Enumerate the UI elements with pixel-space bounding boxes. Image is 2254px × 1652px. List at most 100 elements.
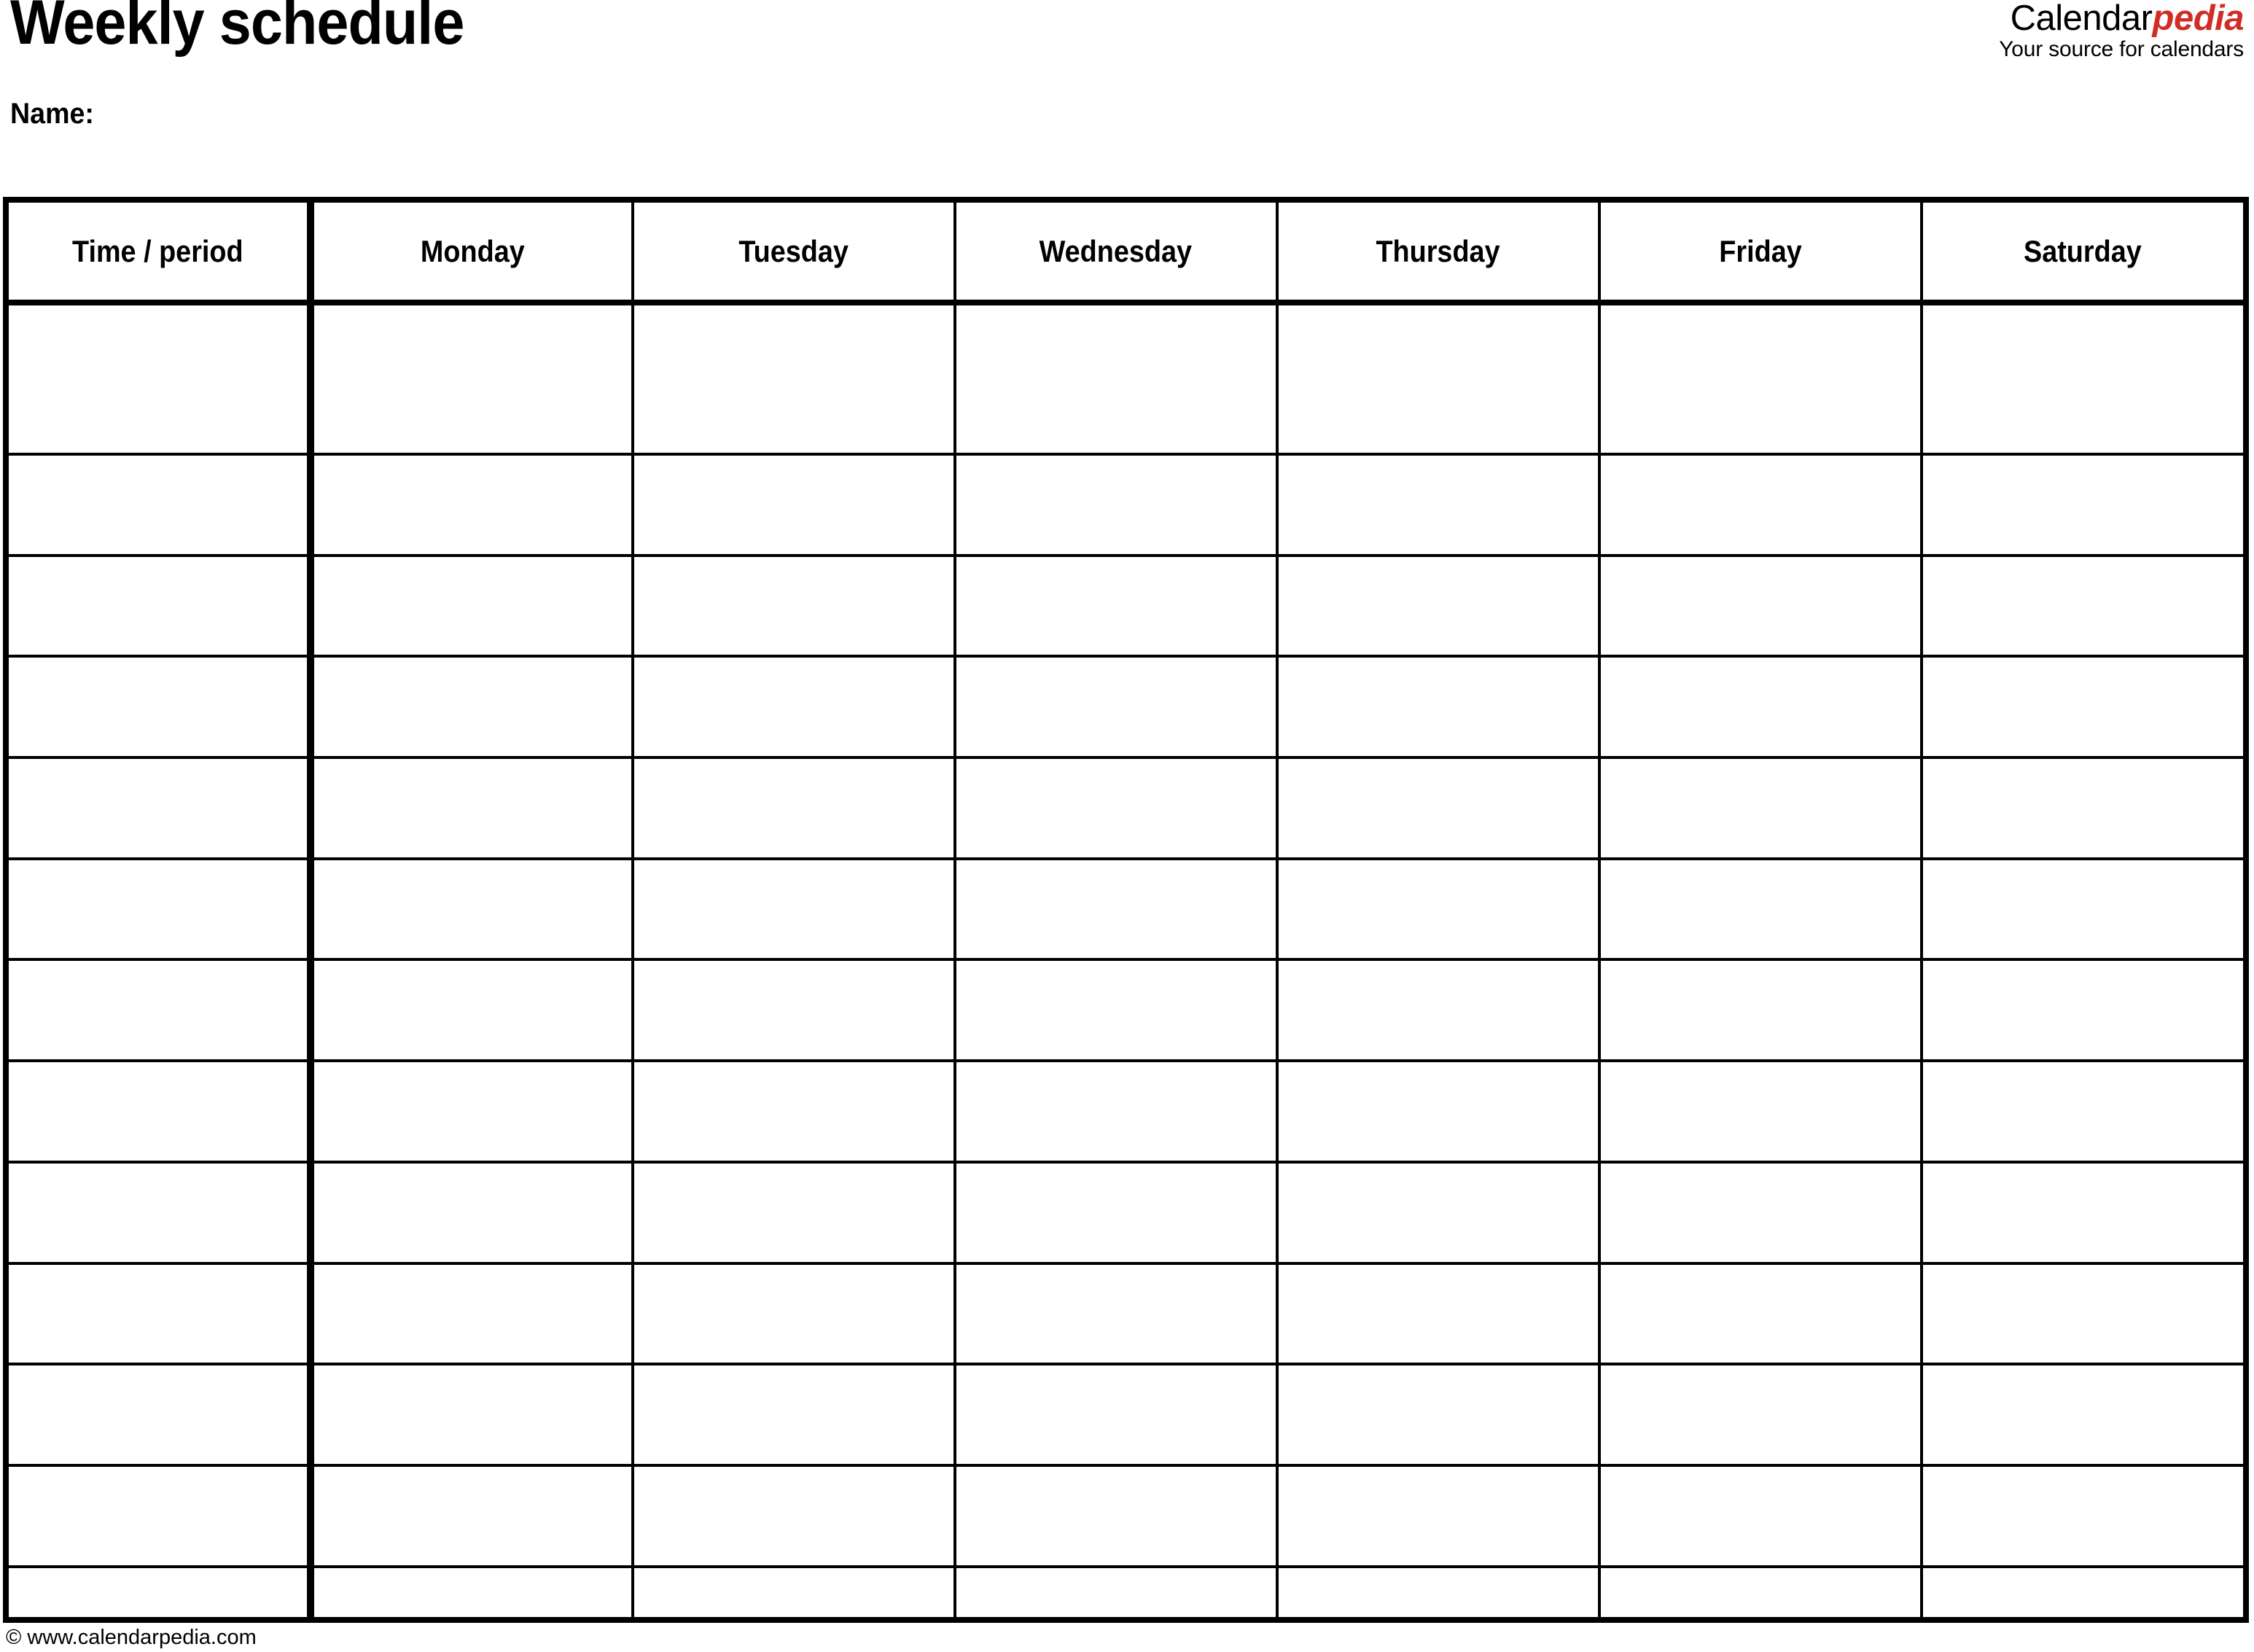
schedule-cell-time-12[interactable] (9, 1465, 314, 1568)
schedule-cell-tuesday-2[interactable] (632, 454, 956, 557)
schedule-cell-saturday-10[interactable] (1921, 1263, 2243, 1366)
schedule-cell-saturday-13[interactable] (1921, 1566, 2243, 1617)
schedule-cell-time-2[interactable] (9, 454, 314, 557)
brand-wordmark-primary: Calendar (2010, 0, 2153, 38)
schedule-cell-monday-13[interactable] (310, 1566, 634, 1617)
table-row (9, 1161, 2243, 1265)
schedule-cell-wednesday-12[interactable] (954, 1465, 1279, 1568)
schedule-cell-monday-2[interactable] (310, 454, 634, 557)
schedule-cell-thursday-13[interactable] (1276, 1566, 1601, 1617)
schedule-cell-tuesday-8[interactable] (632, 1061, 956, 1164)
schedule-cell-time-13[interactable] (9, 1566, 314, 1617)
schedule-cell-wednesday-10[interactable] (954, 1263, 1279, 1366)
schedule-cell-thursday-5[interactable] (1276, 757, 1601, 860)
schedule-cell-friday-4[interactable] (1599, 656, 1923, 760)
schedule-cell-time-10[interactable] (9, 1263, 314, 1366)
schedule-cell-wednesday-9[interactable] (954, 1161, 1279, 1265)
table-row (9, 1263, 2243, 1366)
schedule-cell-friday-7[interactable] (1599, 959, 1923, 1063)
schedule-cell-tuesday-1[interactable] (632, 303, 956, 456)
schedule-cell-thursday-10[interactable] (1276, 1263, 1601, 1366)
schedule-cell-thursday-9[interactable] (1276, 1161, 1601, 1265)
schedule-cell-saturday-5[interactable] (1921, 757, 2243, 860)
schedule-cell-wednesday-5[interactable] (954, 757, 1279, 860)
schedule-cell-monday-12[interactable] (310, 1465, 634, 1568)
schedule-cell-tuesday-11[interactable] (632, 1364, 956, 1467)
schedule-cell-saturday-11[interactable] (1921, 1364, 2243, 1467)
schedule-cell-thursday-8[interactable] (1276, 1061, 1601, 1164)
schedule-cell-tuesday-10[interactable] (632, 1263, 956, 1366)
schedule-cell-time-4[interactable] (9, 656, 314, 760)
table-row (9, 555, 2243, 658)
schedule-cell-friday-9[interactable] (1599, 1161, 1923, 1265)
schedule-cell-tuesday-9[interactable] (632, 1161, 956, 1265)
page-title: Weekly schedule (10, 0, 464, 58)
schedule-cell-thursday-7[interactable] (1276, 959, 1601, 1063)
schedule-cell-wednesday-1[interactable] (954, 303, 1279, 456)
schedule-cell-friday-11[interactable] (1599, 1364, 1923, 1467)
schedule-cell-saturday-9[interactable] (1921, 1161, 2243, 1265)
schedule-cell-wednesday-3[interactable] (954, 555, 1279, 658)
schedule-cell-tuesday-3[interactable] (632, 555, 956, 658)
schedule-cell-time-11[interactable] (9, 1364, 314, 1467)
schedule-cell-monday-8[interactable] (310, 1061, 634, 1164)
schedule-cell-thursday-6[interactable] (1276, 858, 1601, 962)
schedule-cell-saturday-12[interactable] (1921, 1465, 2243, 1568)
schedule-cell-tuesday-4[interactable] (632, 656, 956, 760)
schedule-cell-monday-7[interactable] (310, 959, 634, 1063)
schedule-cell-time-5[interactable] (9, 757, 314, 860)
schedule-cell-friday-13[interactable] (1599, 1566, 1923, 1617)
schedule-cell-wednesday-2[interactable] (954, 454, 1279, 557)
schedule-cell-tuesday-6[interactable] (632, 858, 956, 962)
schedule-cell-monday-6[interactable] (310, 858, 634, 962)
schedule-cell-monday-10[interactable] (310, 1263, 634, 1366)
schedule-cell-time-7[interactable] (9, 959, 314, 1063)
schedule-cell-wednesday-6[interactable] (954, 858, 1279, 962)
calendarpedia-logo: Calendarpedia Your source for calendars (1999, 0, 2244, 61)
schedule-cell-time-9[interactable] (9, 1161, 314, 1265)
schedule-cell-time-1[interactable] (9, 303, 314, 456)
schedule-cell-tuesday-13[interactable] (632, 1566, 956, 1617)
schedule-cell-saturday-1[interactable] (1921, 303, 2243, 456)
schedule-cell-friday-12[interactable] (1599, 1465, 1923, 1568)
schedule-cell-monday-4[interactable] (310, 656, 634, 760)
schedule-cell-monday-9[interactable] (310, 1161, 634, 1265)
schedule-cell-monday-5[interactable] (310, 757, 634, 860)
schedule-cell-saturday-7[interactable] (1921, 959, 2243, 1063)
schedule-cell-time-3[interactable] (9, 555, 314, 658)
schedule-cell-wednesday-11[interactable] (954, 1364, 1279, 1467)
schedule-cell-wednesday-4[interactable] (954, 656, 1279, 760)
schedule-cell-thursday-11[interactable] (1276, 1364, 1601, 1467)
schedule-cell-friday-2[interactable] (1599, 454, 1923, 557)
schedule-cell-friday-10[interactable] (1599, 1263, 1923, 1366)
schedule-cell-friday-1[interactable] (1599, 303, 1923, 456)
schedule-cell-thursday-12[interactable] (1276, 1465, 1601, 1568)
column-header-label: Time / period (72, 233, 243, 268)
schedule-cell-tuesday-12[interactable] (632, 1465, 956, 1568)
schedule-cell-wednesday-8[interactable] (954, 1061, 1279, 1164)
table-body (9, 303, 2243, 1617)
schedule-cell-friday-5[interactable] (1599, 757, 1923, 860)
schedule-cell-saturday-2[interactable] (1921, 454, 2243, 557)
schedule-cell-friday-6[interactable] (1599, 858, 1923, 962)
schedule-cell-saturday-3[interactable] (1921, 555, 2243, 658)
schedule-cell-tuesday-5[interactable] (632, 757, 956, 860)
schedule-cell-time-6[interactable] (9, 858, 314, 962)
schedule-cell-wednesday-7[interactable] (954, 959, 1279, 1063)
page-header: Weekly schedule Name: Calendarpedia Your… (0, 0, 2254, 197)
schedule-cell-wednesday-13[interactable] (954, 1566, 1279, 1617)
schedule-cell-friday-3[interactable] (1599, 555, 1923, 658)
schedule-cell-time-8[interactable] (9, 1061, 314, 1164)
schedule-cell-thursday-4[interactable] (1276, 656, 1601, 760)
schedule-cell-thursday-1[interactable] (1276, 303, 1601, 456)
schedule-cell-thursday-2[interactable] (1276, 454, 1601, 557)
schedule-cell-saturday-8[interactable] (1921, 1061, 2243, 1164)
schedule-cell-monday-1[interactable] (310, 303, 634, 456)
schedule-cell-friday-8[interactable] (1599, 1061, 1923, 1164)
schedule-cell-saturday-4[interactable] (1921, 656, 2243, 760)
schedule-cell-monday-3[interactable] (310, 555, 634, 658)
schedule-cell-monday-11[interactable] (310, 1364, 634, 1467)
schedule-cell-thursday-3[interactable] (1276, 555, 1601, 658)
schedule-cell-saturday-6[interactable] (1921, 858, 2243, 962)
schedule-cell-tuesday-7[interactable] (632, 959, 956, 1063)
